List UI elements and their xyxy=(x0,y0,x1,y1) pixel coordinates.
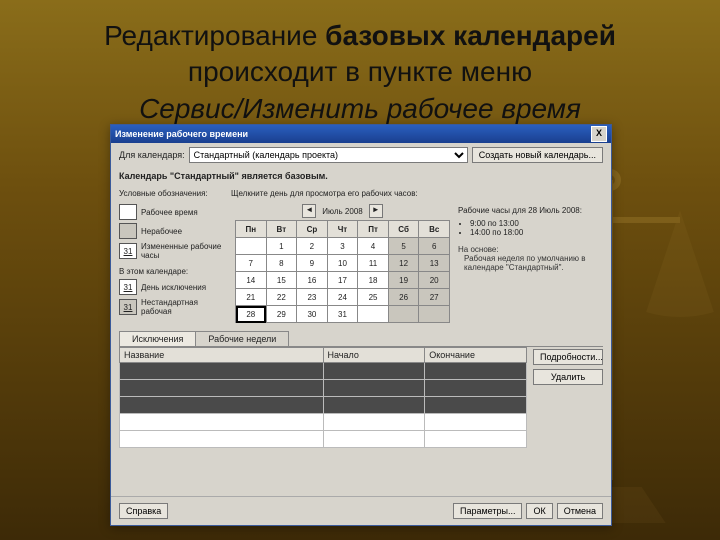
calendar-day[interactable] xyxy=(388,306,419,323)
calendar-day[interactable]: 30 xyxy=(297,306,328,323)
calendar-day[interactable]: 12 xyxy=(388,255,419,272)
calendar-day[interactable]: 29 xyxy=(266,306,297,323)
calendar-day[interactable]: 18 xyxy=(358,272,389,289)
calendar-day[interactable]: 1 xyxy=(266,238,297,255)
calendar-day[interactable]: 6 xyxy=(419,238,450,255)
new-calendar-button[interactable]: Создать новый календарь... xyxy=(472,147,603,163)
click-day-hint: Щелкните день для просмотра его рабочих … xyxy=(231,189,418,198)
calendar-day[interactable]: 16 xyxy=(297,272,328,289)
calendar-day[interactable]: 25 xyxy=(358,289,389,306)
details-button[interactable]: Подробности... xyxy=(533,349,603,365)
calendar-day[interactable]: 19 xyxy=(388,272,419,289)
table-row[interactable] xyxy=(120,414,527,431)
legend-changed-icon: 31 xyxy=(119,243,137,259)
exceptions-table[interactable]: Название Начало Окончание xyxy=(119,347,527,448)
calendar-day[interactable]: 8 xyxy=(266,255,297,272)
delete-button[interactable]: Удалить xyxy=(533,369,603,385)
hours-range-2: 14:00 по 18:00 xyxy=(470,228,603,237)
options-button[interactable]: Параметры... xyxy=(453,503,522,519)
col-end: Окончание xyxy=(425,348,527,363)
table-row[interactable] xyxy=(120,397,527,414)
calendar-day[interactable]: 24 xyxy=(327,289,358,306)
calendar-day[interactable]: 10 xyxy=(327,255,358,272)
table-row[interactable] xyxy=(120,380,527,397)
ok-button[interactable]: ОК xyxy=(526,503,552,519)
for-calendar-label: Для календаря: xyxy=(119,150,185,160)
legend-nonstd-icon: 31 xyxy=(119,299,137,315)
legend-exception-icon: 31 xyxy=(119,279,137,295)
change-working-time-dialog: Изменение рабочего времени X Для календа… xyxy=(110,124,612,526)
hours-title: Рабочие часы для 28 Июль 2008: xyxy=(458,206,603,215)
prev-month-icon[interactable]: ◄ xyxy=(302,204,316,218)
calendar-day[interactable]: 31 xyxy=(327,306,358,323)
calendar-day[interactable]: 9 xyxy=(297,255,328,272)
help-button[interactable]: Справка xyxy=(119,503,168,519)
tab-work-weeks[interactable]: Рабочие недели xyxy=(195,331,289,346)
calendar-day[interactable]: 14 xyxy=(236,272,267,289)
table-row[interactable] xyxy=(120,363,527,380)
legend-nonwork-icon xyxy=(119,223,137,239)
basis-label: На основе: xyxy=(458,245,603,254)
calendar-day[interactable] xyxy=(236,238,267,255)
calendar-day[interactable]: 7 xyxy=(236,255,267,272)
calendar-day[interactable]: 26 xyxy=(388,289,419,306)
legend-work-icon xyxy=(119,204,137,220)
month-title: Июль 2008 xyxy=(322,207,362,216)
basis-text: Рабочая неделя по умолчанию в календаре … xyxy=(464,254,603,272)
tab-exceptions[interactable]: Исключения xyxy=(119,331,196,346)
calendar-day[interactable]: 2 xyxy=(297,238,328,255)
table-row[interactable] xyxy=(120,431,527,448)
col-name: Название xyxy=(120,348,324,363)
calendar-day[interactable]: 5 xyxy=(388,238,419,255)
calendar-day[interactable]: 11 xyxy=(358,255,389,272)
col-start: Начало xyxy=(323,348,425,363)
calendar-day[interactable]: 22 xyxy=(266,289,297,306)
calendar-day[interactable]: 23 xyxy=(297,289,328,306)
base-calendar-text: Календарь "Стандартный" является базовым… xyxy=(111,167,611,185)
legend-title: Условные обозначения: xyxy=(119,189,227,198)
dialog-title: Изменение рабочего времени xyxy=(115,129,248,139)
calendar-day[interactable]: 13 xyxy=(419,255,450,272)
legend-panel: Рабочее время Нерабочее 31Измененные раб… xyxy=(119,204,227,323)
calendar-day[interactable]: 28 xyxy=(236,306,267,323)
calendar-day[interactable] xyxy=(419,306,450,323)
cancel-button[interactable]: Отмена xyxy=(557,503,603,519)
calendar-day[interactable]: 17 xyxy=(327,272,358,289)
calendar-day[interactable] xyxy=(358,306,389,323)
dialog-titlebar[interactable]: Изменение рабочего времени X xyxy=(111,125,611,143)
calendar-day[interactable]: 15 xyxy=(266,272,297,289)
close-icon[interactable]: X xyxy=(591,126,607,142)
slide-heading: Редактирование базовых календарей происх… xyxy=(0,0,720,135)
calendar-day[interactable]: 27 xyxy=(419,289,450,306)
calendar-day[interactable]: 20 xyxy=(419,272,450,289)
calendar-grid[interactable]: ПнВтСрЧтПтСбВс12345678910111213141516171… xyxy=(235,220,450,323)
calendar-day[interactable]: 21 xyxy=(236,289,267,306)
next-month-icon[interactable]: ► xyxy=(369,204,383,218)
calendar-day[interactable]: 3 xyxy=(327,238,358,255)
calendar-day[interactable]: 4 xyxy=(358,238,389,255)
calendar-select[interactable]: Стандартный (календарь проекта) xyxy=(189,147,468,163)
hours-range-1: 9:00 по 13:00 xyxy=(470,219,603,228)
